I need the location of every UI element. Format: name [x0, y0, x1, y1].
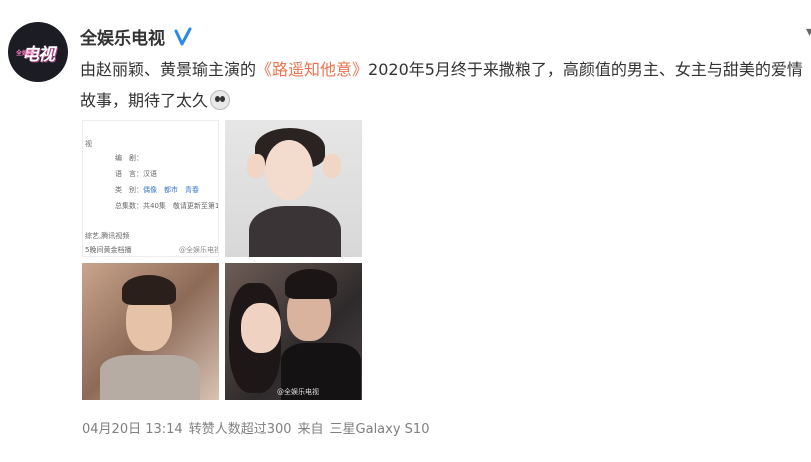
post-header: 全娱乐电视: [80, 24, 193, 49]
avatar-small-text: 全娱乐: [16, 50, 35, 57]
photo-shape: [323, 154, 341, 178]
doc-line: 语 言：汉语: [115, 170, 157, 178]
doc-line: 编 剧：: [115, 154, 143, 162]
photo-shape: [100, 355, 200, 400]
author-name[interactable]: 全娱乐电视: [80, 24, 165, 49]
photo-actress[interactable]: [225, 120, 362, 257]
repost-count: 转赞人数超过300: [188, 422, 292, 437]
watermark: @全娱乐电视: [179, 246, 219, 254]
avatar[interactable]: 全娱乐 电视: [8, 22, 68, 82]
verified-icon: [174, 27, 192, 45]
photo-shape: [285, 269, 337, 299]
photo-shape: [241, 303, 281, 353]
doc-line: 类 别：偶像 都市 青春: [115, 186, 199, 194]
photo-shape: [265, 140, 313, 200]
face-emoji-icon: [210, 90, 231, 110]
photo-couple[interactable]: @全娱乐电视: [225, 263, 362, 400]
photo-actor[interactable]: [82, 263, 219, 400]
chevron-down-icon[interactable]: ▾: [806, 24, 811, 40]
doc-top-text: 视: [85, 140, 92, 148]
post-date[interactable]: 04月20日 13:14: [82, 418, 183, 437]
post-meta: 04月20日 13:14 转赞人数超过300 来自 三星Galaxy S10: [82, 418, 429, 437]
source-prefix: 来自: [297, 422, 324, 437]
post-text-before: 由赵丽颖、黄景瑜主演的: [80, 60, 257, 79]
source-device[interactable]: 三星Galaxy S10: [330, 418, 430, 437]
post-text: 由赵丽颖、黄景瑜主演的《路遥知他意》2020年5月终于来撒粮了，高颜值的男主、女…: [80, 54, 805, 116]
watermark: @全娱乐电视: [277, 388, 319, 396]
doc-line: 总集数：共40集 敬请更新至第1: [115, 202, 219, 210]
photo-shape: [247, 154, 265, 178]
topic-link[interactable]: 《路遥知他意》: [256, 60, 368, 79]
doc-platforms: 综艺,腾讯视频: [85, 232, 130, 240]
doc-footer: 5晚间黄金档播: [85, 246, 132, 254]
photo-info-screenshot[interactable]: 视 编 剧： 语 言：汉语 类 别：偶像 都市 青春 总集数：共40集 敬请更新…: [82, 120, 219, 257]
photo-shape: [122, 275, 176, 305]
photo-shape: [249, 206, 341, 257]
